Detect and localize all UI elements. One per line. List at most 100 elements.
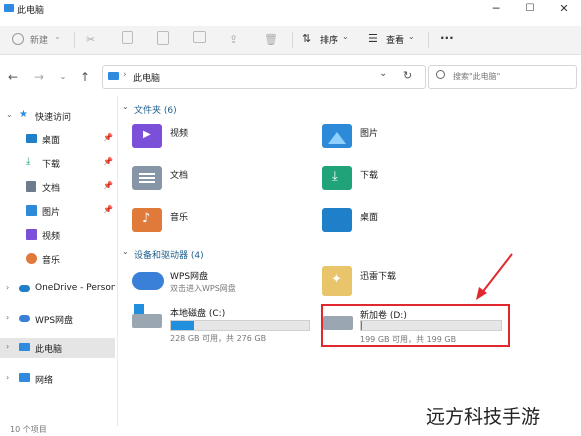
device-subtitle: 199 GB 可用，共 199 GB bbox=[360, 335, 457, 344]
chevron-right-icon[interactable]: › bbox=[6, 373, 9, 382]
sidebar-item-label: 快速访问 bbox=[35, 113, 72, 123]
toolbar-divider bbox=[428, 32, 429, 48]
sidebar-item-music[interactable]: 音乐 bbox=[0, 249, 115, 269]
folders-section-header[interactable]: 文件夹 (6) bbox=[134, 103, 177, 116]
device-name: 迅雷下载 bbox=[360, 272, 397, 282]
capacity-bar-fill bbox=[171, 321, 195, 330]
address-dropdown-icon[interactable]: ⌄ bbox=[379, 68, 387, 79]
sidebar-item-label: OneDrive - Personal bbox=[35, 283, 115, 293]
sidebar-item-downloads[interactable]: ⤓ 下载 📌 bbox=[0, 153, 115, 173]
drive-icon bbox=[323, 316, 353, 330]
sidebar-item-network[interactable]: › 网络 bbox=[0, 369, 115, 389]
sidebar-item-this-pc[interactable]: › 此电脑 bbox=[0, 338, 115, 358]
devices-section-header[interactable]: 设备和驱动器 (4) bbox=[134, 248, 204, 261]
device-xunlei-download[interactable]: ✦ 迅雷下载 bbox=[322, 264, 482, 298]
maximize-button[interactable]: ☐ bbox=[523, 2, 537, 16]
device-name: 本地磁盘 (C:) bbox=[170, 309, 226, 319]
sidebar-item-documents[interactable]: 文档 📌 bbox=[0, 177, 115, 197]
close-button[interactable]: ✕ bbox=[557, 2, 571, 16]
search-icon bbox=[436, 70, 445, 79]
cloud-icon bbox=[132, 272, 164, 290]
sidebar-item-label: 视频 bbox=[42, 232, 61, 242]
document-folder-icon bbox=[132, 166, 162, 190]
delete-icon[interactable]: 🗑 bbox=[264, 33, 278, 46]
pane-divider[interactable] bbox=[117, 96, 118, 426]
view-label: 查看 bbox=[386, 36, 405, 46]
folder-label: 桌面 bbox=[360, 213, 379, 223]
sidebar-item-quick-access[interactable]: ⌄ ★ 快速访问 bbox=[0, 106, 115, 126]
sidebar-item-desktop[interactable]: 桌面 📌 bbox=[0, 129, 115, 149]
drive-d[interactable]: 新加卷 (D:) 199 GB 可用，共 199 GB bbox=[321, 304, 510, 347]
cut-icon[interactable]: ✂ bbox=[86, 33, 95, 46]
desktop-folder-icon bbox=[322, 208, 352, 232]
pin-icon: 📌 bbox=[103, 133, 113, 142]
sidebar-item-onedrive[interactable]: › OneDrive - Personal bbox=[0, 279, 115, 299]
up-arrow-icon[interactable]: ↑ bbox=[78, 70, 92, 84]
minimize-button[interactable]: ─ bbox=[489, 2, 503, 16]
folders-section-chevron-icon[interactable]: ⌄ bbox=[122, 102, 129, 111]
picture-icon bbox=[26, 205, 37, 216]
status-item-count: 10 个项目 bbox=[10, 425, 47, 434]
annotation-arrow bbox=[476, 253, 513, 300]
breadcrumb-this-pc[interactable]: 此电脑 bbox=[133, 71, 160, 84]
share-icon[interactable]: ⇪ bbox=[229, 33, 238, 46]
chevron-right-icon[interactable]: › bbox=[6, 313, 9, 322]
chevron-right-icon[interactable]: › bbox=[6, 342, 9, 351]
cloud-icon bbox=[19, 285, 30, 292]
recent-chevron-icon[interactable]: ⌄ bbox=[56, 70, 70, 84]
search-box[interactable]: 搜索"此电脑" bbox=[428, 65, 577, 89]
folder-downloads[interactable]: ⤓ 下载 bbox=[322, 162, 442, 194]
sidebar-item-label: 下载 bbox=[42, 160, 61, 170]
chevron-right-icon[interactable]: › bbox=[6, 283, 9, 292]
sort-icon: ⇅ bbox=[302, 32, 312, 45]
more-options-button[interactable]: ··· bbox=[440, 31, 454, 45]
folder-label: 下载 bbox=[360, 171, 379, 181]
pin-icon: 📌 bbox=[103, 181, 113, 190]
address-bar[interactable]: › 此电脑 ⌄ ↻ bbox=[102, 65, 426, 89]
sidebar-item-label: 图片 bbox=[42, 208, 61, 218]
copy-icon[interactable] bbox=[122, 31, 133, 44]
sidebar-item-label: WPS网盘 bbox=[35, 316, 74, 326]
device-wps-drive[interactable]: WPS网盘 双击进入WPS网盘 bbox=[132, 264, 292, 298]
sort-button[interactable]: ⇅ 排序 ⌄ bbox=[300, 30, 354, 50]
rename-icon[interactable] bbox=[193, 31, 206, 43]
sidebar-item-videos[interactable]: 视频 bbox=[0, 225, 115, 245]
folder-label: 视频 bbox=[170, 129, 189, 139]
download-icon: ⤓ bbox=[26, 156, 31, 167]
sidebar-item-wps-drive[interactable]: › WPS网盘 bbox=[0, 309, 115, 329]
bird-icon: ✦ bbox=[331, 272, 342, 287]
title-bar: 此电脑 ─ ☐ ✕ bbox=[0, 0, 581, 18]
devices-section-chevron-icon[interactable]: ⌄ bbox=[122, 247, 129, 256]
folder-label: 文档 bbox=[170, 171, 189, 181]
refresh-icon[interactable]: ↻ bbox=[403, 69, 412, 82]
folder-videos[interactable]: ▶ 视频 bbox=[132, 120, 252, 152]
mountain-icon bbox=[328, 132, 346, 144]
folder-desktop[interactable]: 桌面 bbox=[322, 204, 442, 236]
toolbar-divider bbox=[74, 32, 75, 48]
back-arrow-icon[interactable]: ← bbox=[6, 70, 20, 84]
folder-documents[interactable]: 文档 bbox=[132, 162, 252, 194]
music-icon bbox=[26, 253, 37, 264]
sidebar-item-label: 音乐 bbox=[42, 256, 61, 266]
view-button[interactable]: ☰ 查看 ⌄ bbox=[366, 30, 420, 50]
drive-icon bbox=[132, 314, 162, 328]
note-icon: ♪ bbox=[142, 211, 151, 226]
sidebar-item-pictures[interactable]: 图片 📌 bbox=[0, 201, 115, 221]
computer-icon bbox=[4, 4, 14, 12]
capacity-bar bbox=[170, 320, 310, 331]
sidebar-item-label: 此电脑 bbox=[35, 345, 63, 355]
device-name: WPS网盘 bbox=[170, 272, 209, 282]
folder-music[interactable]: ♪ 音乐 bbox=[132, 204, 252, 236]
sidebar-item-label: 文档 bbox=[42, 184, 61, 194]
drive-c[interactable]: 本地磁盘 (C:) 228 GB 可用，共 276 GB bbox=[132, 304, 312, 344]
pin-icon: 📌 bbox=[103, 205, 113, 214]
forward-arrow-icon[interactable]: → bbox=[32, 70, 46, 84]
device-subtitle: 双击进入WPS网盘 bbox=[170, 284, 236, 293]
folder-pictures[interactable]: 图片 bbox=[322, 120, 442, 152]
chevron-down-icon: ⌄ bbox=[54, 32, 61, 41]
new-button[interactable]: 新建 ⌄ bbox=[8, 30, 64, 50]
chevron-down-icon[interactable]: ⌄ bbox=[6, 110, 13, 119]
paste-icon[interactable] bbox=[157, 31, 169, 45]
cloud-icon bbox=[19, 315, 30, 322]
toolbar-divider bbox=[292, 32, 293, 48]
